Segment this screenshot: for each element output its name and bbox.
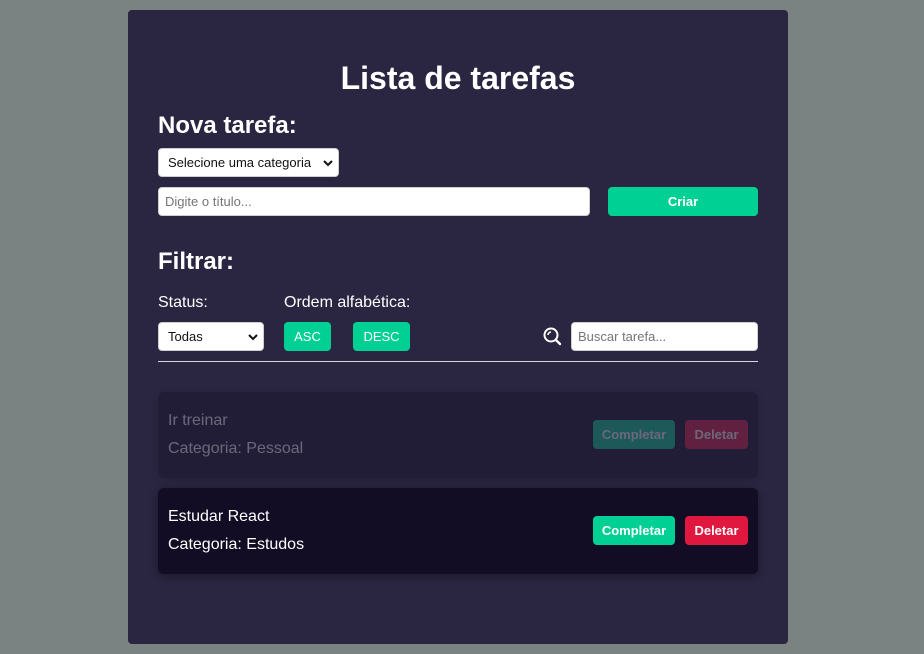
delete-button[interactable]: Deletar (685, 516, 748, 545)
complete-button[interactable]: Completar (593, 420, 675, 449)
complete-button[interactable]: Completar (593, 516, 675, 545)
category-select[interactable]: Selecione uma categoria (158, 148, 339, 177)
category-select-value: Selecione uma categoria (168, 155, 312, 170)
status-select[interactable]: Todas (158, 322, 264, 351)
status-label: Status: (158, 294, 208, 311)
task-title-placeholder: Digite o título... (165, 194, 252, 209)
filter-heading: Filtrar: (158, 248, 235, 275)
divider (158, 361, 758, 362)
create-button[interactable]: Criar (608, 187, 758, 216)
search-placeholder: Buscar tarefa... (578, 329, 667, 344)
task-title-input[interactable]: Digite o título... (158, 187, 590, 216)
task-category: Categoria: Estudos (168, 536, 305, 553)
order-label: Ordem alfabética: (284, 294, 411, 311)
status-select-value: Todas (168, 329, 203, 344)
new-task-heading: Nova tarefa: (158, 112, 297, 139)
page-title: Lista de tarefas (340, 60, 576, 96)
sort-asc-button[interactable]: ASC (284, 322, 331, 351)
search-icon (543, 327, 562, 346)
task-item: Ir treinar Categoria: Pessoal Completar … (158, 392, 758, 478)
task-title: Ir treinar (168, 412, 228, 429)
task-category: Categoria: Pessoal (168, 440, 304, 457)
search-input[interactable]: Buscar tarefa... (571, 322, 758, 351)
todo-card: Lista de tarefas Nova tarefa: Selecione … (128, 10, 788, 644)
sort-desc-button[interactable]: DESC (353, 322, 410, 351)
task-item: Estudar React Categoria: Estudos Complet… (158, 488, 758, 574)
chevron-down-icon (248, 333, 258, 340)
delete-button[interactable]: Deletar (685, 420, 748, 449)
chevron-down-icon (323, 159, 333, 166)
task-title: Estudar React (168, 508, 270, 525)
